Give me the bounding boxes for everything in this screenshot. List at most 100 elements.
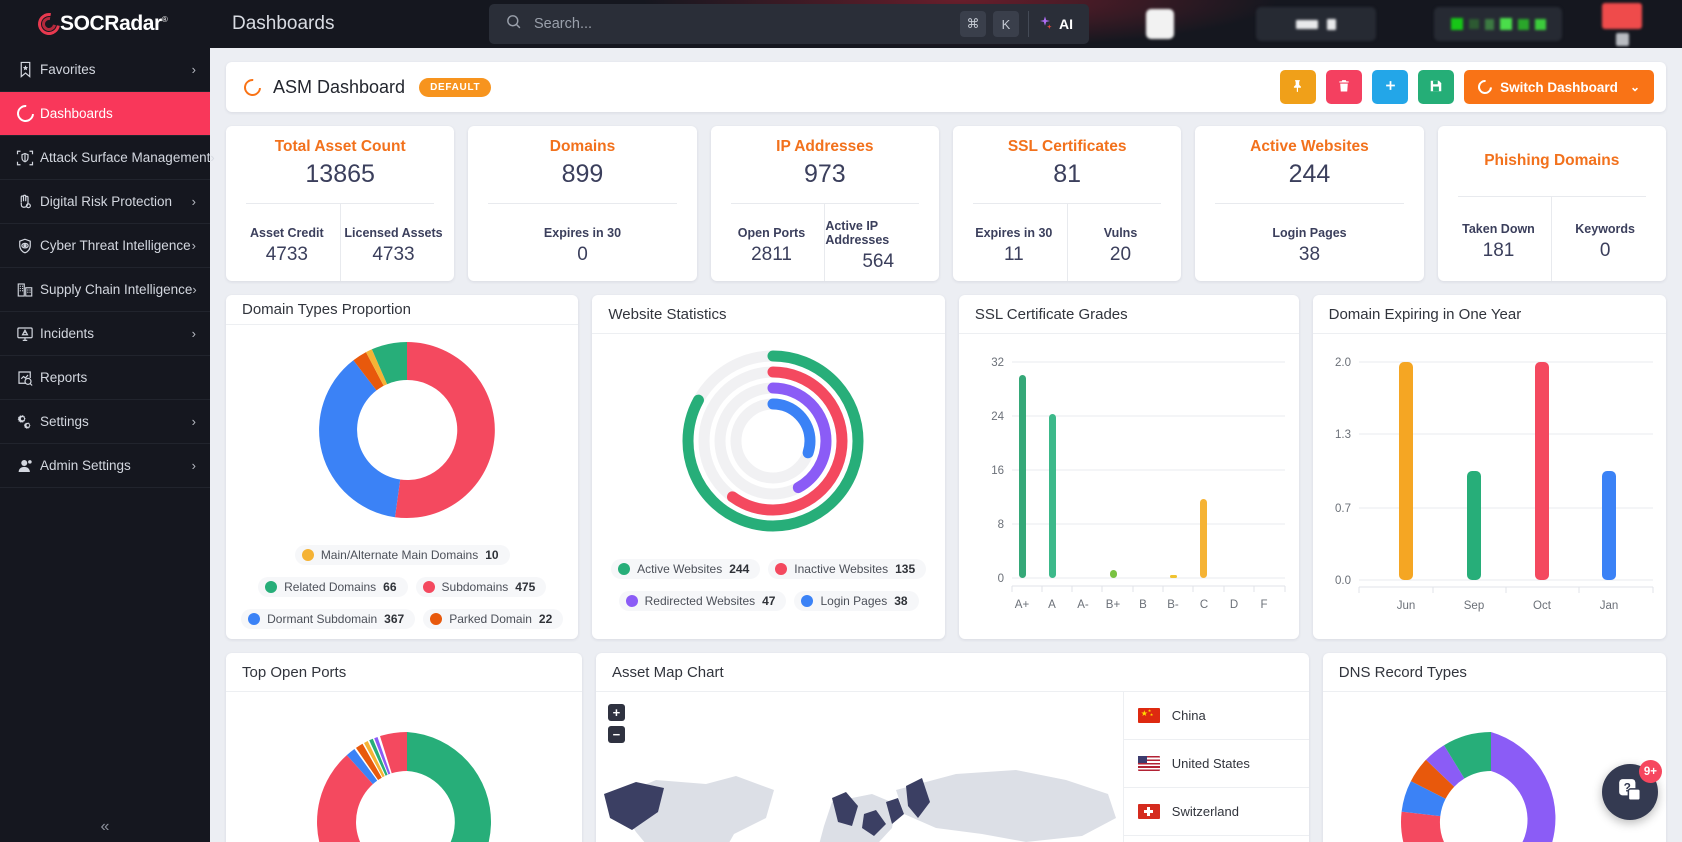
legend-item[interactable]: Parked Domain 22 xyxy=(423,609,564,629)
stat-value: 244 xyxy=(1288,160,1331,188)
legend-label: Subdomains xyxy=(441,580,509,594)
legend-item[interactable]: Main/Alternate Main Domains 10 xyxy=(294,545,510,565)
topbar-widget-2[interactable] xyxy=(1434,7,1562,41)
switch-ring-icon xyxy=(1475,77,1496,97)
report-search-icon xyxy=(10,369,40,387)
top-open-ports-donut xyxy=(317,731,492,842)
stat-sub-row: Expires in 30 11 Vulns 20 xyxy=(961,204,1173,281)
map-country-row[interactable]: ★ ★ ★ China xyxy=(1123,692,1309,740)
panel-top-open-ports: Top Open Ports xyxy=(226,653,582,842)
gears-icon xyxy=(10,413,40,431)
sidebar-item-admin-settings[interactable]: Admin Settings › xyxy=(0,444,210,488)
sidebar: Favorites › Dashboards Attack Surface Ma… xyxy=(0,48,215,842)
website-statistics-chart[interactable]: Active Websites 244 Inactive Websites 13… xyxy=(592,334,944,639)
stat-card-domains[interactable]: Domains 899 Expires in 30 0 xyxy=(468,126,697,281)
panel-title: Asset Map Chart xyxy=(595,653,1309,692)
domain-expiring-chart[interactable]: 2.0 1.3 0.7 0.0 Jun Sep Oct Jan xyxy=(1313,334,1666,639)
legend-item[interactable]: Inactive Websites 135 xyxy=(768,559,927,579)
sidebar-item-cyber-threat-intelligence[interactable]: Cyber Threat Intelligence › xyxy=(0,224,210,268)
global-search[interactable]: ⌘ K AI xyxy=(489,4,1089,44)
sidebar-item-settings[interactable]: Settings › xyxy=(0,400,210,444)
stat-sub-label: Taken Down xyxy=(1462,222,1535,236)
svg-text:32: 32 xyxy=(991,357,1004,369)
stat-title: SSL Certificates xyxy=(1007,138,1127,155)
stat-card-active-websites[interactable]: Active Websites 244 Login Pages 38 xyxy=(1195,126,1424,281)
legend-item[interactable]: Dormant Subdomain 367 xyxy=(241,609,416,629)
panel-title: Top Open Ports xyxy=(226,653,582,692)
dashboard-header: ASM Dashboard DEFAULT Switch Dashboard ⌄ xyxy=(226,62,1666,112)
sidebar-item-supply-chain-intelligence[interactable]: Supply Chain Intelligence › xyxy=(0,268,210,312)
stat-sub-row: Open Ports 2811 Active IP Addresses 564 xyxy=(719,204,931,281)
save-button[interactable] xyxy=(1418,70,1455,104)
sidebar-item-dashboards[interactable]: Dashboards xyxy=(0,92,210,136)
pin-button[interactable] xyxy=(1280,70,1317,104)
stat-sub-value: 4733 xyxy=(265,243,308,265)
dashboard-title: ASM Dashboard xyxy=(273,76,406,97)
top-open-ports-chart[interactable] xyxy=(226,692,582,842)
legend-label: Login Pages xyxy=(820,594,888,608)
sidebar-item-favorites[interactable]: Favorites › xyxy=(0,48,210,92)
legend-item[interactable]: Subdomains 475 xyxy=(415,577,547,597)
legend-label: Parked Domain xyxy=(449,612,532,626)
dashboard-ring-icon xyxy=(10,101,40,126)
shield-scan-icon xyxy=(10,149,40,167)
monitor-alert-icon xyxy=(10,325,40,343)
panel-domain-expiring-in-one-year: Domain Expiring in One Year 2.0 1.3 0.7 … xyxy=(1312,295,1666,639)
svg-text:Jan: Jan xyxy=(1599,600,1618,612)
stat-sub-expires-in-30: Expires in 30 0 xyxy=(476,204,688,281)
map-country-row[interactable]: United States xyxy=(1123,740,1309,788)
help-bubble-button[interactable]: ? 9+ xyxy=(1602,760,1662,820)
trademark-symbol: ® xyxy=(161,15,168,24)
legend-value: 367 xyxy=(384,612,405,626)
org-avatar[interactable] xyxy=(1146,9,1174,39)
stat-title: IP Addresses xyxy=(776,138,874,155)
sidebar-item-attack-surface-management[interactable]: Attack Surface Management › xyxy=(0,136,215,180)
sidebar-item-label: Dashboards xyxy=(40,106,113,121)
stat-card-phishing-domains[interactable]: Phishing Domains Taken Down 181 Keywords… xyxy=(1437,126,1666,281)
legend-label: Related Domains xyxy=(284,580,377,594)
map-country-list: ★ ★ ★ China United States Switzerland xyxy=(1122,692,1309,842)
stat-card-ip-addresses[interactable]: IP Addresses 973 Open Ports 2811 Active … xyxy=(710,126,939,281)
legend-item[interactable]: Redirected Websites 47 xyxy=(618,591,787,611)
panel-asset-map-chart: Asset Map Chart + − ★ ★ ★ China United S… xyxy=(595,653,1309,842)
topbar-widget-1[interactable] xyxy=(1256,7,1376,41)
legend-item[interactable]: Related Domains 66 xyxy=(258,577,408,597)
flag-us-icon xyxy=(1137,756,1160,771)
brand-logo[interactable]: SOCRadar® xyxy=(0,0,210,48)
dns-record-types-chart[interactable] xyxy=(1323,692,1666,842)
ssl-grades-chart[interactable]: 32 24 16 8 0 A+ A A- B+ B B- C D F xyxy=(959,334,1299,639)
switch-dashboard-button[interactable]: Switch Dashboard ⌄ xyxy=(1464,70,1654,104)
panel-ssl-certificate-grades: SSL Certificate Grades 32 24 16 8 0 A+ A… xyxy=(958,295,1299,639)
sidebar-item-label: Settings xyxy=(40,414,89,429)
dashboard-ring-icon xyxy=(240,75,265,99)
stat-card-ssl-certificates[interactable]: SSL Certificates 81 Expires in 30 11 Vul… xyxy=(952,126,1182,281)
sidebar-collapse-button[interactable]: « xyxy=(0,812,210,842)
stat-sub-login-pages: Login Pages 38 xyxy=(1203,204,1415,281)
plus-icon xyxy=(1383,78,1398,96)
svg-text:D: D xyxy=(1230,599,1238,611)
stat-card-total-asset-count[interactable]: Total Asset Count 13865 Asset Credit 473… xyxy=(226,126,455,281)
sidebar-item-digital-risk-protection[interactable]: Digital Risk Protection › xyxy=(0,180,210,224)
country-name: United States xyxy=(1171,756,1250,771)
topbar-alert-indicator[interactable] xyxy=(1602,2,1642,29)
legend-item[interactable]: Active Websites 244 xyxy=(611,559,761,579)
switch-dashboard-label: Switch Dashboard xyxy=(1500,79,1618,95)
svg-text:2.0: 2.0 xyxy=(1335,357,1351,369)
map-country-row[interactable]: Switzerland xyxy=(1123,788,1309,836)
sparkle-icon xyxy=(1037,15,1053,34)
add-button[interactable] xyxy=(1372,70,1409,104)
legend-color-swatch xyxy=(301,549,314,561)
stat-sub-label: Expires in 30 xyxy=(543,225,622,240)
legend-value: 475 xyxy=(515,580,536,594)
delete-button[interactable] xyxy=(1326,70,1363,104)
topbar-status-indicator[interactable] xyxy=(1615,32,1629,46)
stat-title: Phishing Domains xyxy=(1484,152,1620,169)
sidebar-item-incidents[interactable]: Incidents › xyxy=(0,312,210,356)
search-input[interactable] xyxy=(534,16,960,32)
domain-types-chart[interactable]: Main/Alternate Main Domains 10 Related D… xyxy=(226,325,578,639)
world-map[interactable]: + − xyxy=(596,692,1123,842)
stat-sub-value: 20 xyxy=(1109,243,1132,265)
legend-item[interactable]: Login Pages 38 xyxy=(794,591,919,611)
sidebar-item-reports[interactable]: Reports xyxy=(0,356,210,400)
stat-sub-row: Asset Credit 4733 Licensed Assets 4733 xyxy=(234,204,446,281)
